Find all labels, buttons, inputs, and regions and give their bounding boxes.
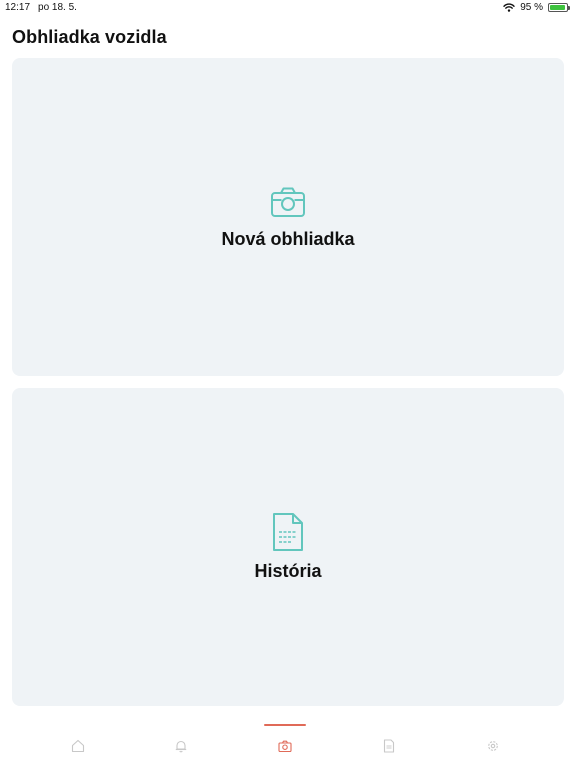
status-time: 12:17 [5, 2, 31, 13]
tab-documents[interactable] [359, 718, 419, 768]
tab-bar [0, 718, 576, 768]
battery-fill [550, 5, 566, 10]
battery-percent: 95 % [520, 2, 543, 13]
tab-settings[interactable] [463, 718, 523, 768]
gear-icon [488, 741, 498, 751]
home-icon [71, 739, 85, 753]
history-label: História [254, 561, 322, 581]
tab-home[interactable] [48, 718, 108, 768]
status-right: 95 % [503, 2, 570, 13]
battery-icon [548, 3, 570, 12]
new-inspection-label: Nová obhliadka [221, 229, 355, 249]
bell-icon [175, 740, 187, 753]
document-icon [273, 513, 303, 551]
status-left: 12:17 po 18. 5. [5, 2, 77, 13]
wifi-icon [503, 3, 515, 12]
camera-icon [278, 740, 292, 753]
document-icon [383, 739, 395, 753]
tab-notifications[interactable] [151, 718, 211, 768]
camera-icon [271, 187, 305, 217]
tab-inspection[interactable] [255, 718, 315, 768]
status-bar: 12:17 po 18. 5. 95 % [0, 0, 576, 16]
new-inspection-card[interactable]: Nová obhliadka [12, 58, 564, 376]
status-date: po 18. 5. [38, 2, 77, 13]
history-card[interactable]: História [12, 388, 564, 706]
page-title: Obhliadka vozidla [12, 27, 167, 47]
active-tab-indicator [264, 724, 306, 726]
